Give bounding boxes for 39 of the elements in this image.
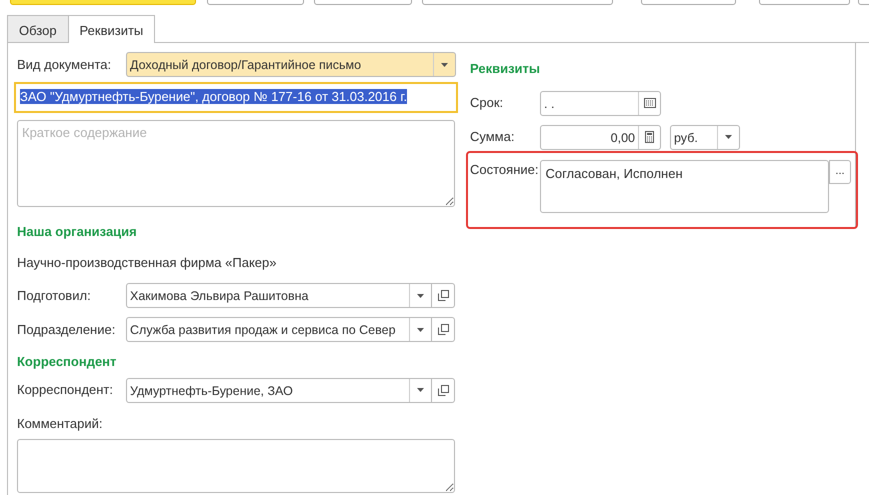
- open-icon: [438, 290, 448, 301]
- open-icon: [438, 324, 448, 335]
- comment-field[interactable]: [17, 439, 455, 493]
- combo-field[interactable]: Служба развития продаж и сервиса по Север: [126, 317, 432, 342]
- state-field[interactable]: Согласован, Исполнен: [540, 160, 830, 212]
- field-label: Состояние:: [470, 160, 538, 178]
- tab[interactable]: Реквизиты: [68, 15, 156, 43]
- open-button[interactable]: [432, 317, 455, 342]
- organization-name: Научно-производственная фирма «Пакер»: [17, 254, 278, 272]
- caret-icon: [417, 294, 424, 298]
- tab[interactable]: Обзор: [7, 15, 69, 42]
- section-heading: Наша организация: [17, 223, 138, 241]
- field-label: Подготовил:: [17, 286, 92, 305]
- open-icon: [438, 384, 448, 396]
- caret-icon: [417, 328, 424, 332]
- field-label: Комментарий:: [17, 414, 104, 433]
- date-field[interactable]: . .: [540, 90, 661, 116]
- currency-field[interactable]: руб.: [670, 124, 740, 150]
- select-button[interactable]: ...: [829, 160, 851, 184]
- section-heading: Реквизиты: [470, 60, 541, 78]
- field-label: Вид документа:: [17, 56, 112, 74]
- open-button[interactable]: [432, 283, 455, 308]
- open-button[interactable]: [432, 378, 455, 402]
- caret-icon: [441, 62, 448, 66]
- combo-field[interactable]: Хакимова Эльвира Рашитовна: [126, 283, 432, 308]
- field-label: Срок:: [470, 94, 504, 112]
- summary-field[interactable]: Краткое содержание: [17, 120, 455, 207]
- title-field[interactable]: ЗАО "Удмуртнефть-Бурение", договор № 177-16 от 31.03.2016 г.: [14, 82, 458, 113]
- caret-icon: [725, 135, 732, 139]
- calculator-icon: [645, 131, 654, 143]
- caret-icon: [417, 388, 424, 392]
- combo-field[interactable]: Удмуртнефть-Бурение, ЗАО: [126, 378, 432, 402]
- amount-field[interactable]: 0,00: [540, 124, 661, 150]
- document-type-field[interactable]: Доходный договор/Гарантийное письмо: [126, 52, 456, 77]
- section-heading: Корреспондент: [17, 353, 118, 371]
- field-label: Подразделение:: [17, 320, 116, 339]
- field-label: Сумма:: [470, 128, 516, 146]
- field-label: Корреспондент:: [17, 381, 114, 400]
- calendar-icon: [644, 98, 656, 108]
